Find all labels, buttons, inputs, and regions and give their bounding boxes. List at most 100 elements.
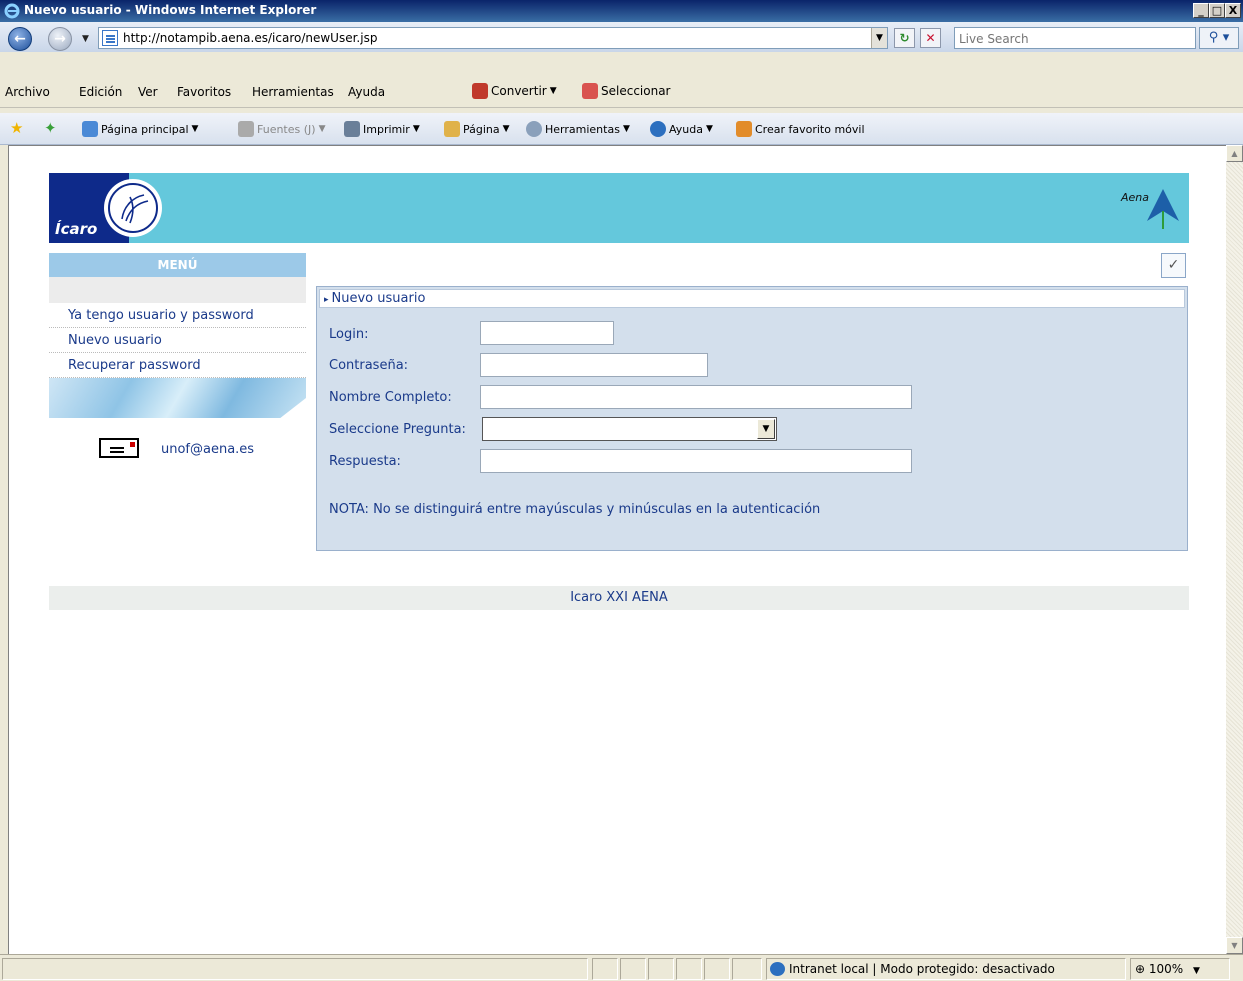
status-cell	[732, 958, 762, 980]
question-select[interactable]: ▼	[482, 417, 777, 441]
intranet-zone-icon	[770, 962, 785, 976]
status-cell	[648, 958, 674, 980]
bullet-icon: ▸	[324, 295, 329, 305]
page-content: Ícaro Aena MENÚ Ya tengo usuario y passw…	[8, 145, 1226, 954]
home-button[interactable]: Página principal ▼	[82, 121, 198, 137]
browser-window: Nuevo usuario - Windows Internet Explore…	[0, 0, 1243, 980]
back-button[interactable]: ←	[8, 27, 32, 51]
seleccionar-button[interactable]: Seleccionar	[582, 83, 670, 99]
login-label: Login:	[329, 327, 369, 342]
zoom-icon: ⊕	[1135, 962, 1146, 976]
home-icon	[82, 121, 98, 137]
icaro-logo-icon	[104, 179, 162, 237]
question-label: Seleccione Pregunta:	[329, 422, 466, 437]
scroll-down-icon[interactable]: ▼	[1226, 937, 1243, 954]
menu-header: MENÚ	[49, 253, 306, 277]
menu-bar: Archivo Edición Ver Favoritos Herramient…	[0, 78, 1243, 108]
login-input[interactable]	[481, 322, 613, 345]
submit-check-button[interactable]: ✓	[1161, 253, 1186, 278]
help-label: Ayuda	[669, 122, 703, 136]
menu-link-existing-user[interactable]: Ya tengo usuario y password	[49, 303, 306, 328]
zoom-level: 100%	[1148, 962, 1184, 976]
maximize-button[interactable]: □	[1209, 3, 1225, 18]
search-button[interactable]: ⚲ ▾	[1199, 27, 1239, 49]
forward-button[interactable]: →	[48, 27, 72, 51]
search-input[interactable]	[955, 29, 1195, 49]
menu-herramientas[interactable]: Herramientas	[252, 85, 334, 99]
close-button[interactable]: X	[1225, 3, 1241, 18]
menu-link-recover-password[interactable]: Recuperar password	[49, 353, 306, 378]
mobile-favorite-label: Crear favorito móvil	[755, 122, 865, 136]
menu-decoration	[49, 378, 306, 418]
menu-ver[interactable]: Ver	[138, 85, 158, 99]
menu-favoritos[interactable]: Favoritos	[177, 85, 231, 99]
command-bar: ★ ✦ Página principal ▼ Fuentes (J) ▼ Imp…	[0, 113, 1243, 145]
status-cell	[592, 958, 618, 980]
fullname-field[interactable]	[480, 385, 912, 409]
title-bar: Nuevo usuario - Windows Internet Explore…	[0, 0, 1243, 22]
window-title: Nuevo usuario - Windows Internet Explore…	[24, 3, 317, 17]
header-banner: Ícaro Aena	[49, 173, 1189, 243]
help-button[interactable]: Ayuda ▼	[650, 121, 713, 137]
mobile-favorite-button[interactable]: Crear favorito móvil	[736, 121, 865, 137]
answer-input[interactable]	[481, 450, 911, 473]
page-icon	[102, 30, 118, 46]
envelope-icon	[99, 438, 139, 458]
chevron-down-icon[interactable]: ▼	[757, 419, 775, 439]
zoom-dropdown-icon[interactable]: ▼	[1193, 966, 1200, 976]
fullname-input[interactable]	[481, 386, 911, 409]
gear-icon	[526, 121, 542, 137]
feeds-icon	[238, 121, 254, 137]
refresh-button[interactable]: ↻	[894, 28, 915, 48]
menu-spacer	[49, 277, 306, 303]
vertical-scrollbar[interactable]: ▲ ▼	[1226, 145, 1243, 954]
address-bar: ← → ▼ http://notampib.aena.es/icaro/newU…	[0, 22, 1243, 52]
history-dropdown-icon[interactable]: ▼	[82, 34, 89, 44]
tools-button[interactable]: Herramientas ▼	[526, 121, 630, 137]
menu-link-new-user[interactable]: Nuevo usuario	[49, 328, 306, 353]
security-zone[interactable]: Intranet local | Modo protegido: desacti…	[766, 958, 1126, 980]
pdf-select-icon	[582, 83, 598, 99]
favorites-star-icon[interactable]: ★	[10, 121, 23, 136]
menu-archivo[interactable]: Archivo	[5, 85, 50, 99]
menu-ayuda[interactable]: Ayuda	[348, 85, 385, 99]
left-menu: MENÚ Ya tengo usuario y password Nuevo u…	[49, 253, 306, 418]
convertir-label: Convertir	[491, 84, 547, 98]
status-cell	[676, 958, 702, 980]
fullname-label: Nombre Completo:	[329, 390, 452, 405]
password-input[interactable]	[481, 354, 707, 377]
print-icon	[344, 121, 360, 137]
pdf-convert-icon	[472, 83, 488, 99]
convertir-button[interactable]: Convertir ▼	[472, 83, 557, 99]
contact-row: unof@aena.es	[99, 438, 299, 462]
password-label: Contraseña:	[329, 358, 409, 373]
print-label: Imprimir	[363, 122, 410, 136]
tools-label: Herramientas	[545, 122, 620, 136]
mobile-favorite-icon	[736, 121, 752, 137]
new-user-form: ▸ Nuevo usuario Login: Contraseña: Nombre…	[316, 286, 1188, 551]
print-button[interactable]: Imprimir ▼	[344, 121, 420, 137]
form-title: Nuevo usuario	[331, 291, 426, 306]
search-field[interactable]	[954, 27, 1196, 49]
page-footer: Icaro XXI AENA	[49, 586, 1189, 610]
feeds-label: Fuentes (J)	[257, 122, 316, 136]
seleccionar-label: Seleccionar	[601, 84, 671, 98]
menu-edicion[interactable]: Edición	[79, 85, 122, 99]
answer-field[interactable]	[480, 449, 912, 473]
minimize-button[interactable]: _	[1193, 3, 1209, 18]
url-dropdown-icon[interactable]: ▼	[871, 28, 887, 48]
add-favorites-icon[interactable]: ✦	[44, 121, 57, 136]
password-field[interactable]	[480, 353, 708, 377]
zoom-control[interactable]: ⊕ 100% ▼	[1130, 958, 1230, 980]
answer-label: Respuesta:	[329, 454, 401, 469]
page-button[interactable]: Página ▼	[444, 121, 510, 137]
url-field[interactable]: http://notampib.aena.es/icaro/newUser.js…	[98, 27, 888, 49]
feeds-button[interactable]: Fuentes (J) ▼	[238, 121, 326, 137]
login-field[interactable]	[480, 321, 614, 345]
contact-email-link[interactable]: unof@aena.es	[161, 442, 254, 457]
help-icon	[650, 121, 666, 137]
zone-text: Intranet local | Modo protegido: desacti…	[789, 962, 1055, 976]
stop-button[interactable]: ✕	[920, 28, 941, 48]
url-text[interactable]: http://notampib.aena.es/icaro/newUser.js…	[123, 31, 377, 45]
scroll-up-icon[interactable]: ▲	[1226, 145, 1243, 162]
